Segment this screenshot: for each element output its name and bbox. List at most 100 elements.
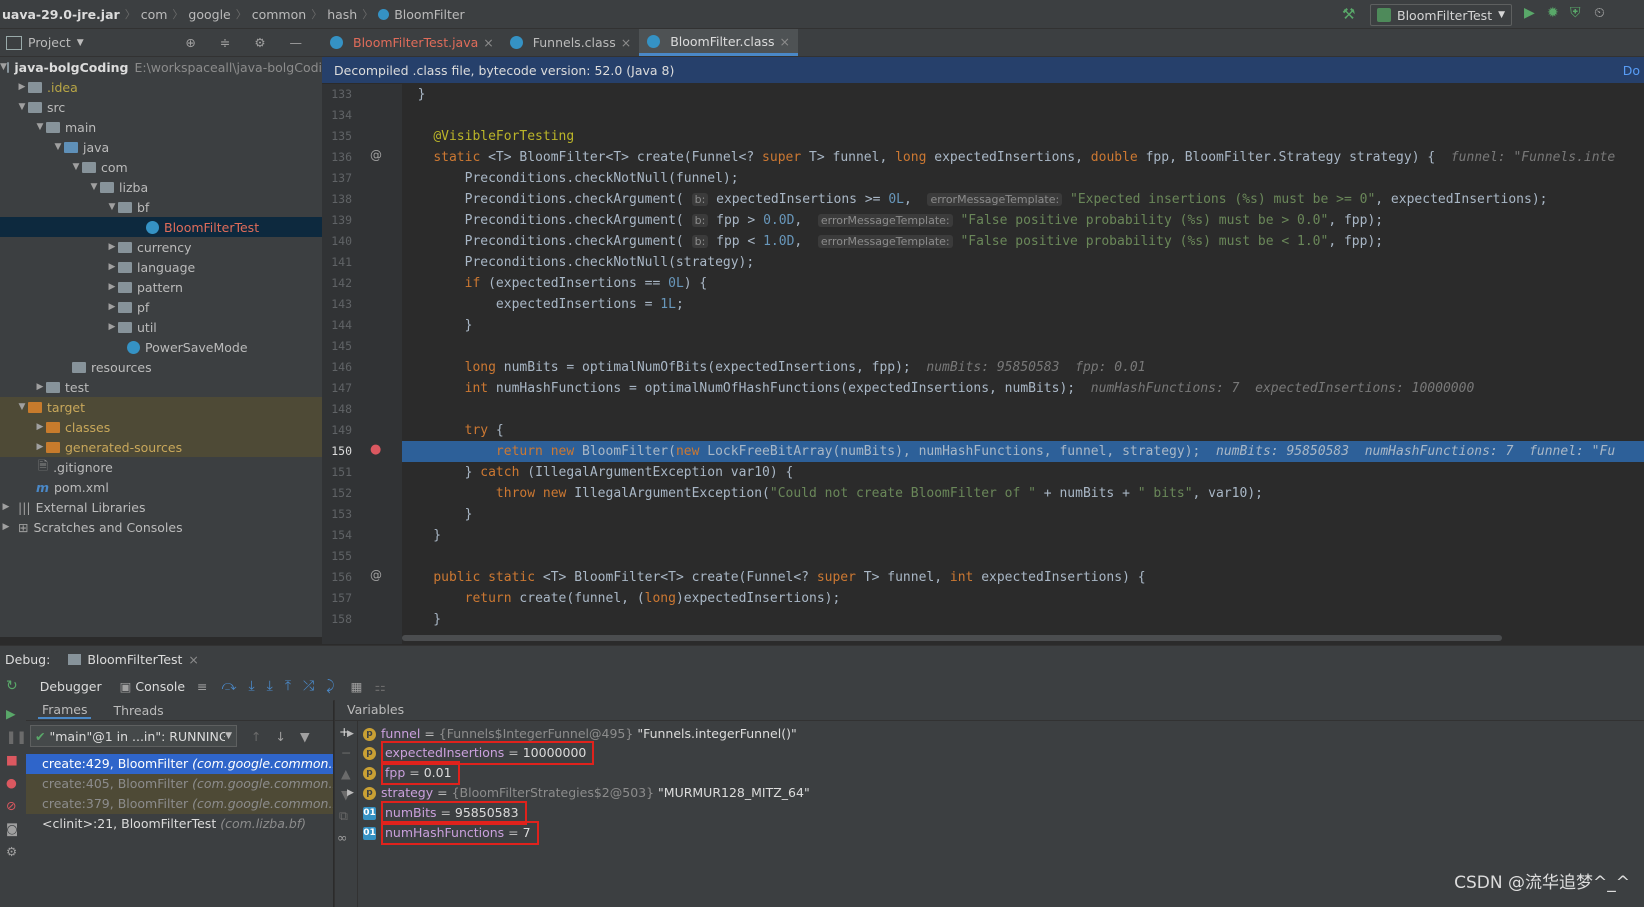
- frame-row[interactable]: create:405, BloomFilter (com.google.comm…: [26, 774, 333, 794]
- move-up-icon[interactable]: ▲: [341, 766, 357, 781]
- variable-row[interactable]: ▶ p strategy = {BloomFilterStrategies$2@…: [347, 783, 810, 803]
- breadcrumb-com[interactable]: com: [141, 7, 168, 22]
- class-icon: [509, 36, 523, 49]
- breadcrumb-common[interactable]: common: [252, 7, 306, 22]
- frame-row[interactable]: create:379, BloomFilter (com.google.comm…: [26, 794, 333, 814]
- remove-watch-icon[interactable]: −: [341, 745, 357, 760]
- breadcrumb-bloomfilter[interactable]: BloomFilter: [394, 7, 464, 22]
- tree-item-bloomfiltertest[interactable]: BloomFilterTest: [0, 217, 322, 237]
- menu-icon[interactable]: ≡: [197, 679, 207, 694]
- chevron-down-icon[interactable]: ▼: [77, 38, 84, 48]
- tree-item-target[interactable]: ▼ target: [0, 397, 322, 417]
- breadcrumb-hash[interactable]: hash: [327, 7, 357, 22]
- tree-item-scratches[interactable]: ▶ ⊞ Scratches and Consoles: [0, 517, 322, 537]
- project-title[interactable]: Project: [28, 35, 71, 50]
- breadcrumb-jar[interactable]: uava-29.0-jre.jar: [2, 7, 120, 22]
- gear-icon[interactable]: ⚙: [6, 844, 26, 859]
- tree-item-resources[interactable]: resources: [0, 357, 322, 377]
- filter-icon[interactable]: ▼: [300, 729, 310, 744]
- coverage-icon[interactable]: ⛨: [1570, 5, 1581, 21]
- run-config-select[interactable]: BloomFilterTest ▼: [1370, 4, 1513, 26]
- package-icon: [118, 301, 132, 313]
- pause-icon[interactable]: ❚❚: [6, 729, 27, 744]
- variable-value: "Funnels.integerFunnel()": [637, 726, 797, 741]
- tree-item-lizba[interactable]: ▼ lizba: [0, 177, 322, 197]
- param-badge-icon: p: [363, 786, 376, 800]
- debug-session-tab[interactable]: BloomFilterTest: [87, 652, 182, 667]
- breakpoint-icon[interactable]: ●: [370, 442, 381, 457]
- debug-icon[interactable]: ✹: [1547, 5, 1559, 21]
- tree-item-pattern[interactable]: ▶ pattern: [0, 277, 322, 297]
- tree-item-com[interactable]: ▼ com: [0, 157, 322, 177]
- project-toolbar-icons[interactable]: ⊕ ≑ ⚙ —: [185, 35, 312, 50]
- code-line: return create(funnel, (long)expectedInse…: [464, 591, 841, 606]
- banner-link[interactable]: Do: [1623, 63, 1640, 78]
- tree-item-src[interactable]: ▼ src: [0, 97, 322, 117]
- tree-item-test[interactable]: ▶ test: [0, 377, 322, 397]
- tree-item-root[interactable]: ▼ java-bolgCoding E:\workspaceall\java-bol…: [0, 57, 322, 77]
- copy-icon[interactable]: ⧉: [339, 808, 357, 824]
- table-icon[interactable]: ▦: [351, 679, 363, 694]
- breadcrumb-google[interactable]: google: [188, 7, 230, 22]
- frame-row[interactable]: <clinit>:21, BloomFilterTest (com.lizba.…: [26, 814, 333, 834]
- tree-item-external-libraries[interactable]: ▶ ||| External Libraries: [0, 497, 322, 517]
- tree-item-java[interactable]: ▼ java: [0, 137, 322, 157]
- tree-item-generated-sources[interactable]: ▶ generated-sources: [0, 437, 322, 457]
- override-icon[interactable]: @: [370, 148, 382, 162]
- tree-item-gitignore[interactable]: 🗎 .gitignore: [0, 457, 322, 477]
- profile-icon[interactable]: ⏲: [1594, 5, 1605, 21]
- tab-debugger[interactable]: Debugger: [34, 679, 108, 694]
- tab-bloomfiltertest-java[interactable]: BloomFilterTest.java ×: [322, 29, 502, 56]
- tab-bloomfilter-class[interactable]: BloomFilter.class ×: [639, 29, 799, 56]
- mute-breakpoints-icon[interactable]: ⊘: [6, 798, 26, 813]
- variable-row[interactable]: 01 numHashFunctions = 7: [363, 821, 539, 845]
- code-line: expectedInsertions = 1L;: [402, 297, 684, 312]
- close-icon[interactable]: ×: [621, 35, 631, 50]
- param-badge-icon: p: [363, 727, 376, 741]
- folder-icon: [28, 81, 42, 93]
- build-icon[interactable]: ⚒: [1342, 5, 1355, 23]
- expand-icon[interactable]: ▶: [347, 783, 363, 803]
- tree-item-idea[interactable]: ▶ .idea: [0, 77, 322, 97]
- close-icon[interactable]: ×: [188, 652, 198, 667]
- glasses-icon[interactable]: ∞: [337, 830, 357, 845]
- close-icon[interactable]: ×: [483, 35, 493, 50]
- stop-icon[interactable]: ■: [6, 752, 26, 767]
- tree-item-powersavemode[interactable]: PowerSaveMode: [0, 337, 322, 357]
- arrow-down-icon[interactable]: ↓: [275, 729, 285, 744]
- tab-frames[interactable]: Frames: [38, 702, 92, 719]
- tab-funnels-class[interactable]: Funnels.class ×: [502, 29, 639, 56]
- layout-icon[interactable]: ⚏: [374, 679, 385, 694]
- run-icon[interactable]: ▶: [1524, 5, 1535, 21]
- variable-row[interactable]: p expectedInsertions = 10000000: [363, 741, 595, 765]
- expand-icon[interactable]: ▶: [347, 724, 363, 744]
- package-icon: [118, 281, 132, 293]
- tree-item-main[interactable]: ▼ main: [0, 117, 322, 137]
- variable-value: "MURMUR128_MITZ_64": [658, 785, 810, 800]
- variable-row[interactable]: 01 numBits = 95850583: [363, 801, 527, 825]
- variable-row[interactable]: p fpp = 0.01: [363, 761, 460, 785]
- close-icon[interactable]: ×: [780, 34, 790, 49]
- view-breakpoints-icon[interactable]: ●: [6, 775, 26, 790]
- code-line-current: return new BloomFilter(new LockFreeBitAr…: [402, 441, 1644, 462]
- step-icons[interactable]: ⤼⤓⤓⤒⤮⤸: [222, 678, 347, 694]
- tree-item-pf[interactable]: ▶ pf: [0, 297, 322, 317]
- tree-item-bf[interactable]: ▼ bf: [0, 197, 322, 217]
- horizontal-scrollbar[interactable]: [402, 635, 1502, 641]
- arrow-up-icon[interactable]: ↑: [251, 729, 261, 744]
- tree-item-language[interactable]: ▶ language: [0, 257, 322, 277]
- override-icon[interactable]: @: [370, 568, 382, 582]
- tree-item-pomxml[interactable]: m pom.xml: [0, 477, 322, 497]
- tab-label: BloomFilterTest.java: [353, 35, 479, 50]
- tree-item-currency[interactable]: ▶ currency: [0, 237, 322, 257]
- thread-select[interactable]: ✔ "main"@1 in ...in": RUNNING ▼: [30, 725, 237, 747]
- resume-icon[interactable]: ▶: [6, 706, 26, 721]
- frame-row-selected[interactable]: create:429, BloomFilter (com.google.comm…: [26, 754, 333, 774]
- line-number: 139: [331, 213, 352, 227]
- tree-item-util[interactable]: ▶ util: [0, 317, 322, 337]
- rerun-icon[interactable]: ↻: [6, 678, 18, 694]
- tab-threads[interactable]: Threads: [113, 703, 163, 718]
- tree-item-classes[interactable]: ▶ classes: [0, 417, 322, 437]
- camera-icon[interactable]: ◙: [6, 821, 26, 836]
- tab-console[interactable]: Console: [135, 679, 185, 694]
